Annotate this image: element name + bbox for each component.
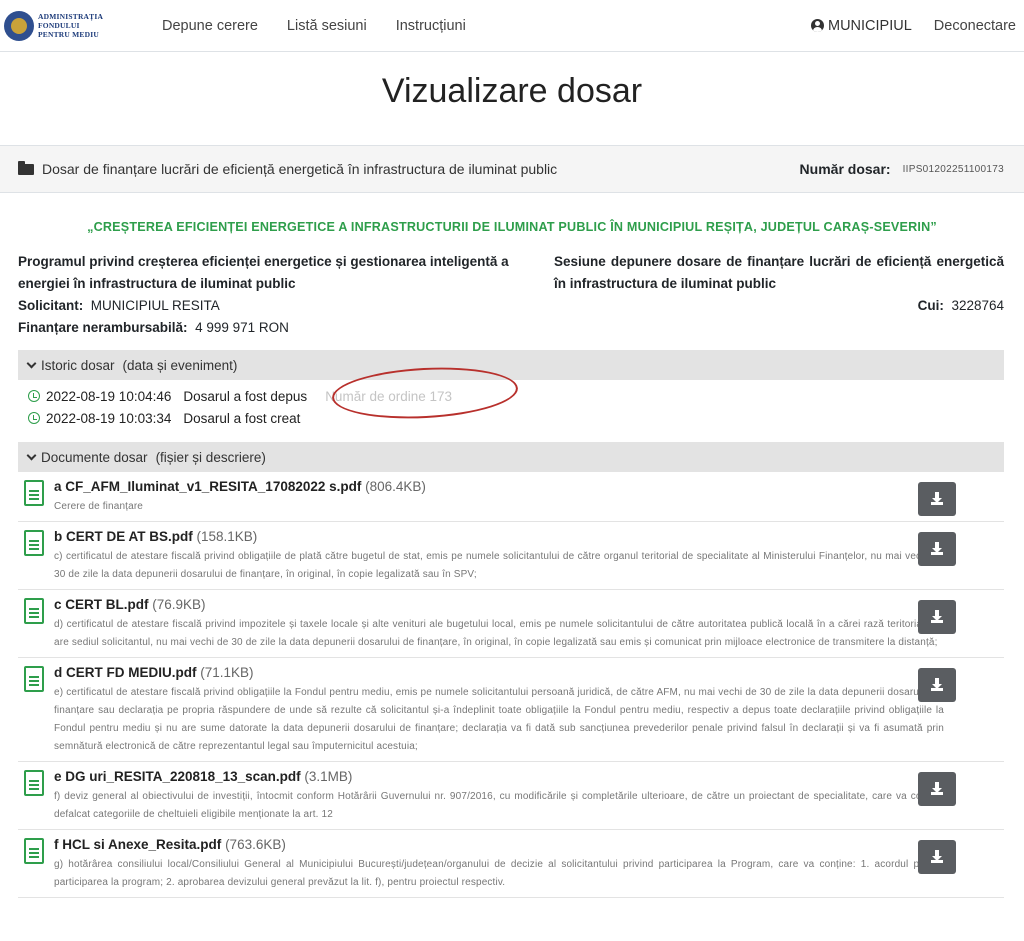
- document-name[interactable]: b CERT DE AT BS.pdf: [54, 529, 193, 544]
- cui-value: 3228764: [951, 298, 1004, 313]
- chevron-down-icon: [26, 450, 37, 460]
- nav-depune-cerere[interactable]: Depune cerere: [162, 18, 258, 34]
- document-name[interactable]: d CERT FD MEDIU.pdf: [54, 665, 196, 680]
- info-right: Sesiune depunere dosare de finanțare luc…: [518, 251, 1004, 339]
- documente-toggle[interactable]: Documente dosar (fișier și descriere): [18, 442, 1004, 472]
- info-left: Programul privind creșterea eficienței e…: [18, 251, 518, 339]
- document-row: d CERT FD MEDIU.pdf (71.1KB) e) certific…: [18, 658, 1004, 762]
- document-description: Cerere de finanțare: [54, 501, 144, 512]
- program-name: Programul privind creșterea eficienței e…: [18, 254, 509, 291]
- finantare-value: 4 999 971 RON: [195, 320, 289, 335]
- dosar-number-label: Număr dosar:: [799, 161, 891, 177]
- documente-sublabel: (fișier și descriere): [155, 449, 266, 465]
- file-text-icon: [24, 598, 44, 624]
- document-name[interactable]: a CF_AFM_Iluminat_v1_RESITA_17082022 s.p…: [54, 479, 361, 494]
- chevron-down-icon: [26, 358, 37, 368]
- document-size: (806.4KB): [365, 479, 426, 494]
- user-circle-icon: [810, 19, 824, 32]
- history-icon: [28, 412, 40, 424]
- folder-open-icon: [18, 160, 34, 175]
- solicitant-row: Solicitant: MUNICIPIUL RESITA: [18, 298, 220, 313]
- nav-lista-sesiuni[interactable]: Listă sesiuni: [287, 18, 367, 34]
- document-row: f HCL si Anexe_Resita.pdf (763.6KB) g) h…: [18, 830, 1004, 898]
- file-text-icon: [24, 838, 44, 864]
- documents-list: a CF_AFM_Iluminat_v1_RESITA_17082022 s.p…: [0, 472, 1024, 898]
- istoric-sublabel: (data și eveniment): [122, 357, 238, 373]
- history-row: 2022-08-19 10:03:34 Dosarul a fost creat: [28, 407, 1024, 429]
- document-row: b CERT DE AT BS.pdf (158.1KB) c) certifi…: [18, 522, 1004, 590]
- documente-label: Documente dosar: [41, 449, 148, 465]
- document-description: g) hotărârea consiliului local/Consiliul…: [54, 859, 944, 888]
- download-button[interactable]: [918, 600, 956, 634]
- history-date: 2022-08-19 10:03:34: [46, 410, 172, 426]
- sesiune-name: Sesiune depunere dosare de finanțare luc…: [554, 254, 1004, 291]
- document-description: d) certificatul de atestare fiscală priv…: [54, 619, 944, 648]
- history-event: Dosarul a fost depus: [183, 388, 308, 404]
- coat-of-arms-icon: [4, 10, 34, 41]
- nav-links: Depune cerere Listă sesiuni Instrucțiuni: [162, 18, 811, 34]
- document-row: c CERT BL.pdf (76.9KB) d) certificatul d…: [18, 590, 1004, 658]
- document-description: c) certificatul de atestare fiscală priv…: [54, 551, 944, 580]
- download-button[interactable]: [918, 532, 956, 566]
- file-text-icon: [24, 666, 44, 692]
- top-navbar: ADMINISTRAȚIA FONDULUI PENTRU MEDIU Depu…: [0, 0, 1024, 52]
- document-size: (763.6KB): [225, 837, 286, 852]
- nav-right: MUNICIPIUL Deconectare: [810, 17, 1016, 34]
- history-date: 2022-08-19 10:04:46: [46, 388, 172, 404]
- history-event: Dosarul a fost creat: [183, 410, 301, 426]
- document-size: (71.1KB): [200, 665, 254, 680]
- istoric-toggle[interactable]: Istoric dosar (data și eveniment): [18, 350, 1004, 380]
- document-row: e DG uri_RESITA_220818_13_scan.pdf (3.1M…: [18, 762, 1004, 830]
- cui-row: Cui: 3228764: [917, 298, 1004, 313]
- download-button[interactable]: [918, 668, 956, 702]
- file-text-icon: [24, 770, 44, 796]
- dosar-header: Dosar de finanțare lucrări de eficiență …: [0, 145, 1024, 193]
- logout-link[interactable]: Deconectare: [934, 18, 1016, 34]
- project-title: „CREȘTEREA EFICIENȚEI ENERGETICE A INFRA…: [87, 220, 937, 234]
- dosar-type-title: Dosar de finanțare lucrări de eficiență …: [42, 161, 558, 177]
- logo-text: ADMINISTRAȚIA FONDULUI PENTRU MEDIU: [38, 12, 104, 39]
- document-description: f) deviz general al obiectivului de inve…: [54, 791, 944, 820]
- pdf-file-icon: [24, 480, 44, 506]
- dosar-number-value: IIPS01202251100173: [902, 163, 1004, 175]
- document-name[interactable]: c CERT BL.pdf: [54, 597, 149, 612]
- document-size: (76.9KB): [152, 597, 206, 612]
- document-description: e) certificatul de atestare fiscală priv…: [54, 687, 944, 752]
- user-menu[interactable]: MUNICIPIUL: [810, 17, 912, 34]
- document-size: (3.1MB): [304, 769, 353, 784]
- afm-logo[interactable]: ADMINISTRAȚIA FONDULUI PENTRU MEDIU: [4, 10, 154, 41]
- history-icon: [28, 390, 40, 402]
- document-size: (158.1KB): [196, 529, 258, 544]
- history-row: 2022-08-19 10:04:46 Dosarul a fost depus…: [28, 385, 1024, 407]
- nav-instructiuni[interactable]: Instrucțiuni: [396, 18, 466, 34]
- document-name[interactable]: f HCL si Anexe_Resita.pdf: [54, 837, 221, 852]
- document-name[interactable]: e DG uri_RESITA_220818_13_scan.pdf: [54, 769, 301, 784]
- download-button[interactable]: [918, 772, 956, 806]
- document-row: a CF_AFM_Iluminat_v1_RESITA_17082022 s.p…: [18, 472, 1004, 522]
- istoric-label: Istoric dosar: [41, 357, 115, 373]
- dosar-info: Programul privind creșterea eficienței e…: [0, 251, 1024, 339]
- user-name: MUNICIPIUL: [827, 17, 912, 34]
- solicitant-value: MUNICIPIUL RESITA: [90, 298, 220, 313]
- download-button[interactable]: [918, 840, 956, 874]
- finantare-row: Finanțare nerambursabilă: 4 999 971 RON: [18, 320, 289, 335]
- file-text-icon: [24, 530, 44, 556]
- page-title: Vizualizare dosar: [381, 72, 643, 110]
- download-button[interactable]: [918, 482, 956, 516]
